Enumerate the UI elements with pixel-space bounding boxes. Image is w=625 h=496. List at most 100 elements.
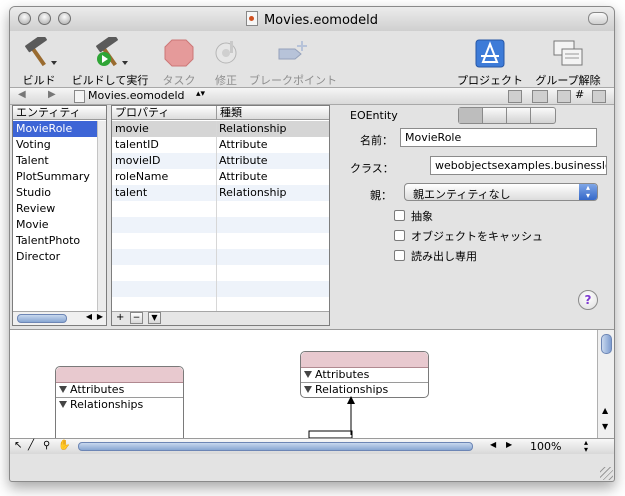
hand-tool-icon[interactable]: ✋ xyxy=(58,440,70,451)
entity-horizontal-scrollbar[interactable]: ◀ ▶ xyxy=(13,311,106,325)
name-field[interactable]: MovieRole xyxy=(400,128,597,147)
parent-entity-popup[interactable]: 親エンティティなし ▴ ▾ xyxy=(404,183,598,201)
help-button[interactable]: ? xyxy=(578,290,598,310)
breakpoint-icon xyxy=(273,37,313,69)
build-label: ビルド xyxy=(22,74,56,87)
entity-row[interactable]: Movie xyxy=(13,217,97,233)
entity-row[interactable]: Director xyxy=(13,249,97,265)
forward-icon[interactable]: ▶ xyxy=(48,89,56,100)
empty-row xyxy=(112,217,329,233)
arrow-tool-icon[interactable]: ↖ xyxy=(14,440,22,451)
zoom-popup-arrows-icon[interactable]: ▴ ▾ xyxy=(584,439,588,454)
entity-row[interactable]: Studio xyxy=(13,185,97,201)
table-row[interactable]: talent Relationship xyxy=(112,185,329,201)
property-menu-icon[interactable]: ▼ xyxy=(148,312,161,324)
abstract-checkbox[interactable] xyxy=(394,210,405,221)
scroll-up-icon[interactable]: ▲ xyxy=(602,406,608,415)
build-and-run-label: ビルドして実行 xyxy=(71,74,149,87)
cache-objects-checkbox[interactable] xyxy=(394,230,405,241)
table-row[interactable]: roleName Attribute xyxy=(112,169,329,185)
property-name: talent xyxy=(115,186,148,199)
property-type: Relationship xyxy=(219,122,287,135)
class-field[interactable]: webobjectsexamples.businesslogic.m xyxy=(430,156,607,175)
line-tool-icon[interactable]: ╱ xyxy=(28,440,34,451)
entity-row[interactable]: Review xyxy=(13,201,97,217)
read-only-label: 読み出し専用 xyxy=(411,250,477,263)
tasks-button[interactable]: タスク xyxy=(155,37,203,88)
property-table: プロパティ 種類 movie Relationship talentID Att… xyxy=(111,105,330,326)
title-bar: Movies.eomodeld xyxy=(10,7,614,31)
magnify-tool-icon[interactable]: ⚲ xyxy=(43,440,50,451)
entity-column-header[interactable]: エンティティ xyxy=(13,106,106,120)
path-popup-arrows-icon[interactable]: ▴▾ xyxy=(196,89,205,99)
window-title: Movies.eomodeld xyxy=(10,11,614,28)
read-only-checkbox[interactable] xyxy=(394,250,405,261)
lock-icon[interactable] xyxy=(592,90,606,103)
scroll-left-icon[interactable]: ◀ xyxy=(490,440,496,449)
zoom-level[interactable]: 100% xyxy=(530,440,561,453)
property-column-header[interactable]: プロパティ xyxy=(112,106,216,120)
stored-procedure-tab-icon[interactable] xyxy=(483,108,507,123)
add-property-icon[interactable]: + xyxy=(116,312,124,323)
toolbar-toggle-button[interactable] xyxy=(588,12,608,25)
diagram-bottom-bar: ↖ ╱ ⚲ ✋ ◀ ▶ 100% ▴ ▾ xyxy=(10,438,614,454)
diagram-vertical-scrollbar[interactable]: ▲ ▼ xyxy=(597,330,614,438)
remove-property-icon[interactable]: − xyxy=(130,312,143,324)
fix-button[interactable]: 修正 xyxy=(206,37,246,88)
entity-row[interactable]: PlotSummary xyxy=(13,169,97,185)
entity-tab-icon[interactable] xyxy=(459,108,483,123)
property-name: movie xyxy=(115,122,149,135)
entity-row[interactable]: MovieRole xyxy=(13,121,97,137)
property-type: Attribute xyxy=(219,154,268,167)
resize-grip-icon[interactable] xyxy=(600,467,613,480)
includes-icon[interactable]: # xyxy=(575,88,584,101)
breakpoints-popup-icon[interactable] xyxy=(532,90,548,103)
hammer-icon xyxy=(19,33,59,69)
window-title-text: Movies.eomodeld xyxy=(263,13,379,28)
table-row[interactable]: movieID Attribute xyxy=(112,153,329,169)
parent-label: 親： xyxy=(370,189,392,202)
project-button[interactable]: プロジェクト xyxy=(455,37,525,88)
scroll-left-icon[interactable]: ◀ xyxy=(86,312,92,321)
property-name: movieID xyxy=(115,154,161,167)
entity-vertical-scrollbar[interactable] xyxy=(97,121,106,311)
scroll-down-icon[interactable]: ▼ xyxy=(602,422,608,431)
entity-row[interactable]: Talent xyxy=(13,153,97,169)
build-button[interactable]: ビルド xyxy=(14,33,64,88)
breakpoints-button[interactable]: ブレークポイント xyxy=(248,37,338,88)
breakpoints-label: ブレークポイント xyxy=(249,74,337,87)
type-column-header[interactable]: 種類 xyxy=(216,106,329,120)
entity-row[interactable]: Voting xyxy=(13,137,97,153)
path-file-name[interactable]: Movies.eomodeld xyxy=(88,89,185,102)
popup-arrows-icon: ▴ ▾ xyxy=(579,184,597,200)
table-row[interactable]: movie Relationship xyxy=(112,121,329,137)
table-row[interactable]: talentID Attribute xyxy=(112,137,329,153)
ungroup-button[interactable]: グループ解除 xyxy=(530,37,606,88)
diagram-hscroll-thumb[interactable] xyxy=(78,442,473,451)
diagram-canvas[interactable]: Attributes Relationships Attributes Rela… xyxy=(10,330,597,448)
diagram-vscroll-thumb[interactable] xyxy=(601,334,612,354)
empty-row xyxy=(112,201,329,217)
user-info-tab-icon[interactable] xyxy=(507,108,531,123)
scroll-right-icon[interactable]: ▶ xyxy=(97,312,103,321)
entity-scroll-thumb[interactable] xyxy=(17,314,67,323)
inspector-title: EOEntity xyxy=(350,109,398,122)
stop-icon xyxy=(159,37,199,69)
entity-row[interactable]: TalentPhoto xyxy=(13,233,97,249)
window: Movies.eomodeld ビルド ビルドして実行 タスク 修正 ブレークポ… xyxy=(9,6,615,482)
build-and-run-button[interactable]: ビルドして実行 xyxy=(70,33,150,88)
build-run-icon xyxy=(90,33,130,69)
fix-label: 修正 xyxy=(215,74,237,87)
comment-tab-icon[interactable] xyxy=(531,108,554,123)
back-icon[interactable]: ◀ xyxy=(18,89,26,100)
tasks-label: タスク xyxy=(162,74,196,87)
document-icon xyxy=(245,11,258,26)
scroll-right-icon[interactable]: ▶ xyxy=(506,440,512,449)
property-table-footer: + − ▼ xyxy=(112,311,329,325)
ungroup-icon xyxy=(548,37,588,69)
bookmarks-icon[interactable] xyxy=(508,90,522,103)
entity-list: エンティティ MovieRole Voting Talent PlotSumma… xyxy=(12,105,107,326)
property-type: Attribute xyxy=(219,170,268,183)
project-label: プロジェクト xyxy=(457,74,523,87)
counterpart-icon[interactable] xyxy=(557,90,571,103)
